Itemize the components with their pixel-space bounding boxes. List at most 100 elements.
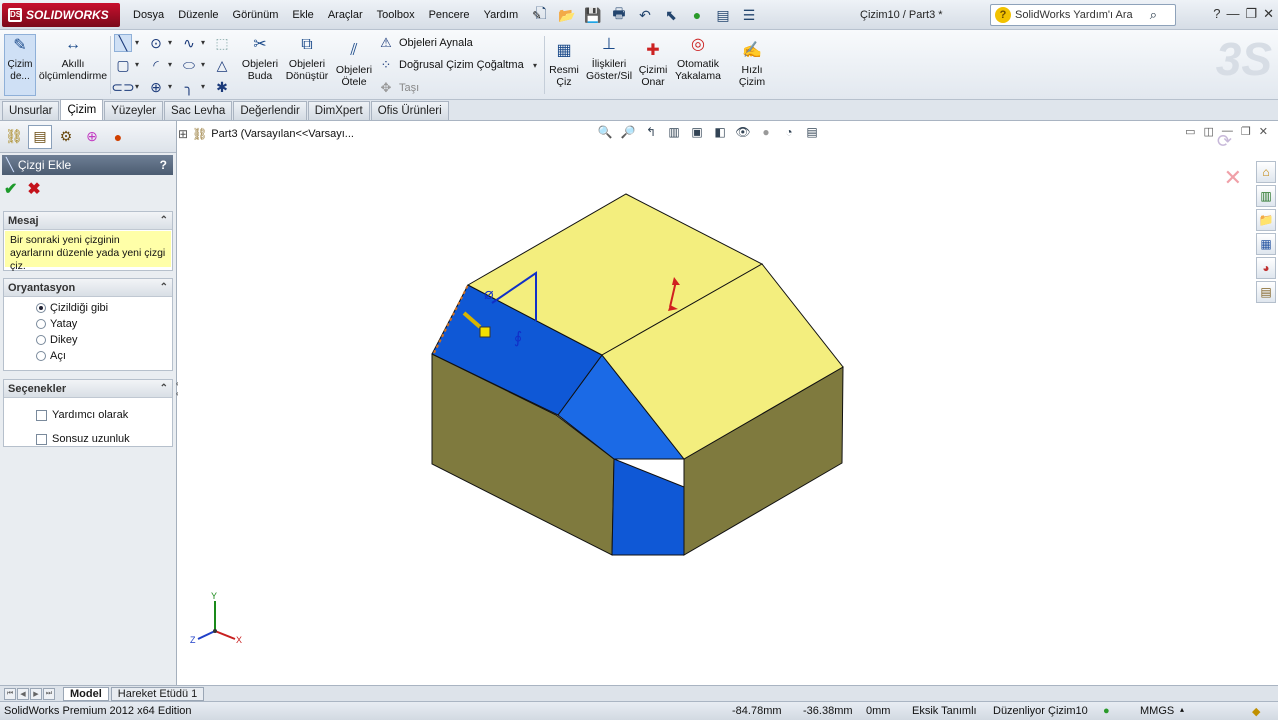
tab-degerlendir[interactable]: Değerlendir bbox=[233, 101, 307, 120]
rebuild-icon[interactable]: ● bbox=[686, 4, 708, 26]
menu-gorunum[interactable]: Görünüm bbox=[226, 9, 286, 21]
radio-button[interactable] bbox=[36, 351, 46, 361]
next-tab-icon[interactable]: ▶ bbox=[30, 687, 42, 700]
rectangle-icon[interactable]: ▢ bbox=[114, 56, 132, 74]
chevron-down-icon[interactable]: ▾ bbox=[135, 38, 139, 47]
split-icon[interactable]: ◫ bbox=[1204, 125, 1214, 138]
offset-entities-button[interactable]: ⫽ Objeleri Ötele bbox=[334, 40, 374, 89]
display-manager-icon[interactable]: ● bbox=[106, 125, 130, 149]
open-folder-icon[interactable]: 📂 bbox=[556, 4, 578, 26]
selected-face-front[interactable] bbox=[611, 458, 685, 556]
zoom-to-fit-icon[interactable]: 🔍 bbox=[596, 123, 614, 141]
feature-tree-icon[interactable]: ⛓ bbox=[2, 125, 26, 149]
unit-system[interactable]: MMGS bbox=[1140, 705, 1174, 717]
relations-button[interactable]: ⊥ İlişkileri Göster/Sil bbox=[584, 34, 634, 83]
menu-pencere[interactable]: Pencere bbox=[422, 9, 477, 21]
convert-entities-button[interactable]: ⧉ Objeleri Dönüştür bbox=[284, 34, 330, 83]
line-icon[interactable]: ╲ bbox=[114, 34, 132, 52]
view-settings-icon[interactable]: ▤ bbox=[803, 123, 821, 141]
solidworks-logo[interactable]: DS SOLIDWORKS bbox=[2, 3, 120, 27]
menu-araclar[interactable]: Araçlar bbox=[321, 9, 370, 21]
smart-dimension-button[interactable]: ↔ Akıllı ölçümlendirme bbox=[39, 34, 107, 83]
view-palette-icon[interactable]: ▦ bbox=[1256, 233, 1276, 255]
ellipse-icon[interactable]: ⬭ bbox=[180, 56, 198, 74]
zoom-to-area-icon[interactable]: 🔎 bbox=[619, 123, 637, 141]
orientation-as-sketched[interactable]: Çizildiği gibi bbox=[4, 300, 172, 316]
option-infinite-length[interactable]: Sonsuz uzunluk bbox=[4, 427, 172, 451]
display-grid-button[interactable]: ▦ Resmi Çiz bbox=[546, 40, 582, 89]
feature-tree-flyout[interactable]: ⊞ ⛓ Part3 (Varsayılan<<Varsayı... bbox=[178, 127, 354, 141]
graphics-area[interactable]: ⌀ ∮ Y X Z ⊞ ⛓ Part3 (Varsayılan<<Varsayı… bbox=[178, 121, 1278, 685]
tab-sac-levha[interactable]: Sac Levha bbox=[163, 101, 233, 120]
cancel-x-icon[interactable]: ✖ bbox=[27, 179, 40, 199]
confirmation-corner-exit-sketch-icon[interactable]: ⟳ bbox=[1217, 131, 1232, 152]
chevron-down-icon[interactable]: ▾ bbox=[168, 60, 172, 69]
edit-appearance-icon[interactable]: ● bbox=[757, 123, 775, 141]
prev-tab-icon[interactable]: ◀ bbox=[17, 687, 29, 700]
options-icon[interactable]: ☰ bbox=[738, 4, 760, 26]
checkbox[interactable] bbox=[36, 409, 47, 421]
ok-check-icon[interactable]: ✔ bbox=[4, 179, 17, 199]
chevron-down-icon[interactable]: ▾ bbox=[201, 82, 205, 91]
checkbox[interactable] bbox=[36, 433, 47, 445]
close-icon[interactable]: ✕ bbox=[1263, 6, 1274, 22]
radio-button[interactable] bbox=[36, 319, 46, 329]
menu-duzenle[interactable]: Düzenle bbox=[171, 9, 225, 21]
menu-dosya[interactable]: Dosya bbox=[126, 9, 171, 21]
spline-icon[interactable]: ∿ bbox=[180, 34, 198, 52]
help-button[interactable]: ? bbox=[160, 158, 167, 172]
appearances-icon[interactable]: ◕ bbox=[1256, 257, 1276, 279]
polygon-icon[interactable]: △ bbox=[213, 56, 231, 74]
rapid-sketch-button[interactable]: ✍ Hızlı Çizim bbox=[728, 40, 776, 89]
tab-cizim[interactable]: Çizim bbox=[60, 99, 104, 120]
fillet-icon[interactable]: ╮ bbox=[180, 78, 198, 96]
file-explorer-icon[interactable]: 📁 bbox=[1256, 209, 1276, 231]
radio-button[interactable] bbox=[36, 335, 46, 345]
chevron-down-icon[interactable]: ▾ bbox=[201, 38, 205, 47]
tile-icon[interactable]: ▭ bbox=[1185, 125, 1195, 138]
last-tab-icon[interactable]: ⏭ bbox=[43, 687, 55, 700]
tab-ofis-urunleri[interactable]: Ofis Ürünleri bbox=[370, 101, 449, 120]
menu-ekle[interactable]: Ekle bbox=[285, 9, 320, 21]
close-icon[interactable]: ✕ bbox=[1259, 125, 1268, 138]
previous-view-icon[interactable]: ↰ bbox=[642, 123, 660, 141]
options-group-header[interactable]: Seçenekler ⌃ bbox=[4, 380, 172, 398]
model-view[interactable]: ⌀ ∮ Y X Z bbox=[178, 121, 1278, 685]
option-construction[interactable]: Yardımcı olarak bbox=[4, 403, 172, 427]
chevron-up-icon[interactable]: ▴ bbox=[1180, 705, 1184, 714]
sketch-button[interactable]: ✎ Çizim de... bbox=[4, 34, 36, 96]
radio-button[interactable] bbox=[36, 303, 46, 313]
undo-icon[interactable]: ↶ bbox=[634, 4, 656, 26]
help-icon[interactable]: ? bbox=[1213, 6, 1220, 22]
first-tab-icon[interactable]: ⏮ bbox=[4, 687, 16, 700]
menu-toolbox[interactable]: Toolbox bbox=[370, 9, 422, 21]
design-library-icon[interactable]: ▥ bbox=[1256, 185, 1276, 207]
restore-icon[interactable]: ❐ bbox=[1245, 6, 1257, 22]
minimize-icon[interactable]: — bbox=[1226, 6, 1239, 22]
help-search-box[interactable]: ? SolidWorks Yardım'ı Ara ⌕ bbox=[990, 4, 1176, 26]
tab-model[interactable]: Model bbox=[63, 686, 109, 701]
orientation-horizontal[interactable]: Yatay bbox=[4, 316, 172, 332]
message-group-header[interactable]: Mesaj ⌃ bbox=[4, 212, 172, 230]
select-cursor-icon[interactable]: ⬉ bbox=[660, 4, 682, 26]
custom-properties-icon[interactable]: ▤ bbox=[1256, 281, 1276, 303]
display-style-icon[interactable]: ◧ bbox=[711, 123, 729, 141]
chevron-down-icon[interactable]: ▾ bbox=[135, 60, 139, 69]
view-orientation-icon[interactable]: ▣ bbox=[688, 123, 706, 141]
file-properties-icon[interactable]: ▤ bbox=[712, 4, 734, 26]
save-icon[interactable]: 💾 bbox=[582, 4, 604, 26]
orientation-angle[interactable]: Açı bbox=[4, 348, 172, 364]
print-icon[interactable]: 🖶 bbox=[608, 4, 630, 26]
orientation-vertical[interactable]: Dikey bbox=[4, 332, 172, 348]
confirmation-corner-cancel-icon[interactable]: ✕ bbox=[1224, 165, 1242, 191]
linear-pattern-button[interactable]: ⁘ Doğrusal Çizim Çoğaltma bbox=[378, 57, 524, 73]
arc-icon[interactable]: ◜ bbox=[147, 56, 165, 74]
home-icon[interactable]: ⌂ bbox=[1256, 161, 1276, 183]
chevron-down-icon[interactable]: ▾ bbox=[168, 38, 172, 47]
tab-yuzeyler[interactable]: Yüzeyler bbox=[104, 101, 163, 120]
section-view-icon[interactable]: ▥ bbox=[665, 123, 683, 141]
chevron-down-icon[interactable]: ▾ bbox=[201, 60, 205, 69]
mirror-entities-button[interactable]: ⚠ Objeleri Aynala bbox=[378, 35, 473, 51]
collapse-icon[interactable]: ⌃ bbox=[160, 383, 168, 394]
new-document-icon[interactable]: 🗋 bbox=[530, 4, 552, 26]
